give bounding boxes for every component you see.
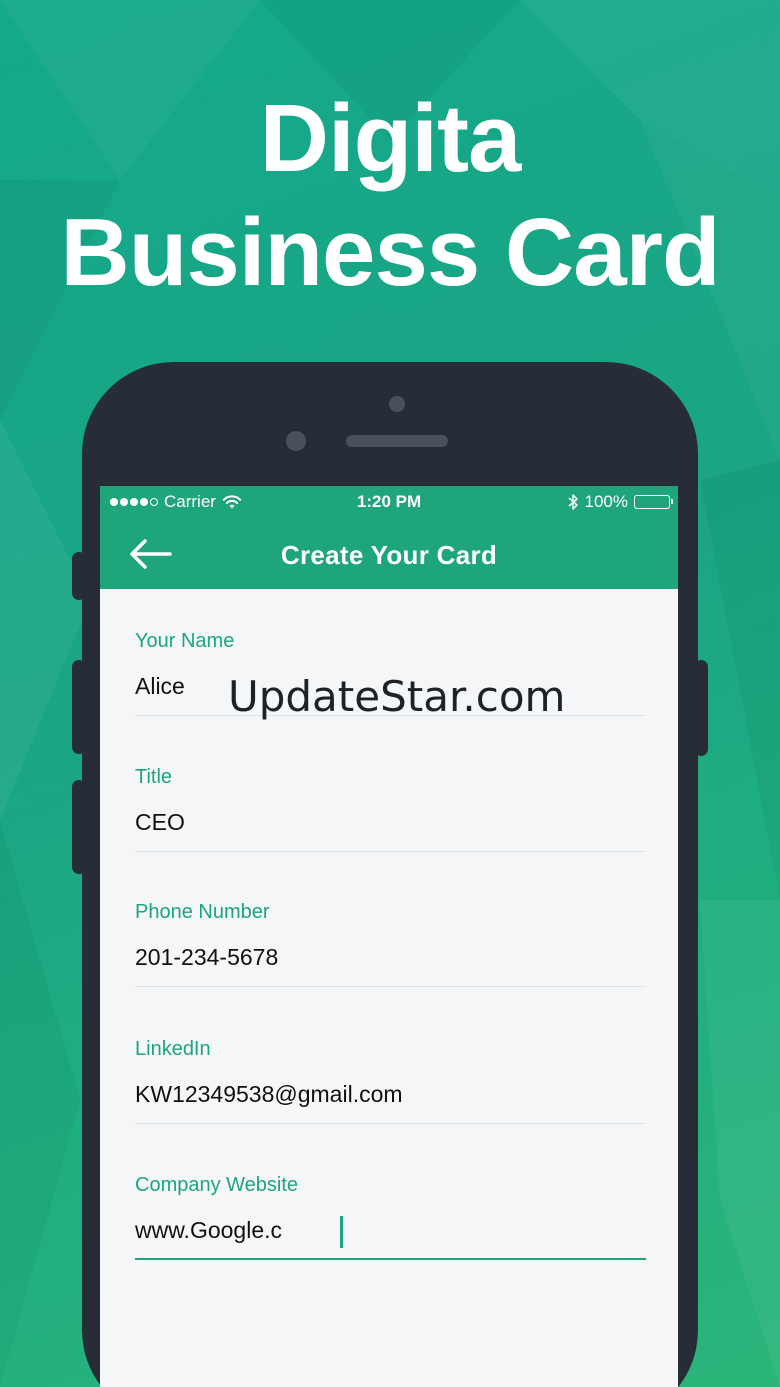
proximity-sensor (389, 396, 405, 412)
field-label: Company Website (135, 1174, 299, 1196)
phone-input[interactable] (135, 939, 646, 987)
field-label: Your Name (135, 630, 235, 652)
headline-line-1: Digita (259, 85, 522, 192)
field-linkedin: LinkedIn (135, 1036, 646, 1124)
front-camera (286, 431, 306, 451)
page-title: Create Your Card (280, 540, 498, 570)
status-right: 100% (567, 492, 673, 512)
navigation-bar: Create Your Card (100, 518, 678, 589)
field-phone-number: Phone Number (135, 899, 646, 987)
website-input[interactable] (135, 1212, 646, 1260)
phone-screen: Carrier 1:20 PM 100% Create Your Card Yo… (100, 486, 678, 1387)
status-bar: Carrier 1:20 PM 100% (100, 486, 678, 518)
battery-icon (634, 495, 673, 509)
watermark: UpdateStar.com (228, 672, 566, 721)
field-label: Phone Number (135, 901, 270, 923)
earpiece-speaker (346, 435, 448, 447)
field-label: LinkedIn (135, 1038, 211, 1060)
battery-percent: 100% (584, 492, 628, 511)
field-company-website: Company Website (135, 1172, 646, 1260)
bluetooth-icon (568, 494, 578, 510)
linkedin-input[interactable] (135, 1076, 646, 1124)
title-input[interactable] (135, 804, 646, 852)
field-title: Title (135, 764, 646, 852)
headline-line-2: Business Card (60, 199, 720, 306)
headline: Digita Business Card (0, 82, 780, 310)
text-cursor (340, 1216, 343, 1248)
field-label: Title (135, 766, 173, 788)
